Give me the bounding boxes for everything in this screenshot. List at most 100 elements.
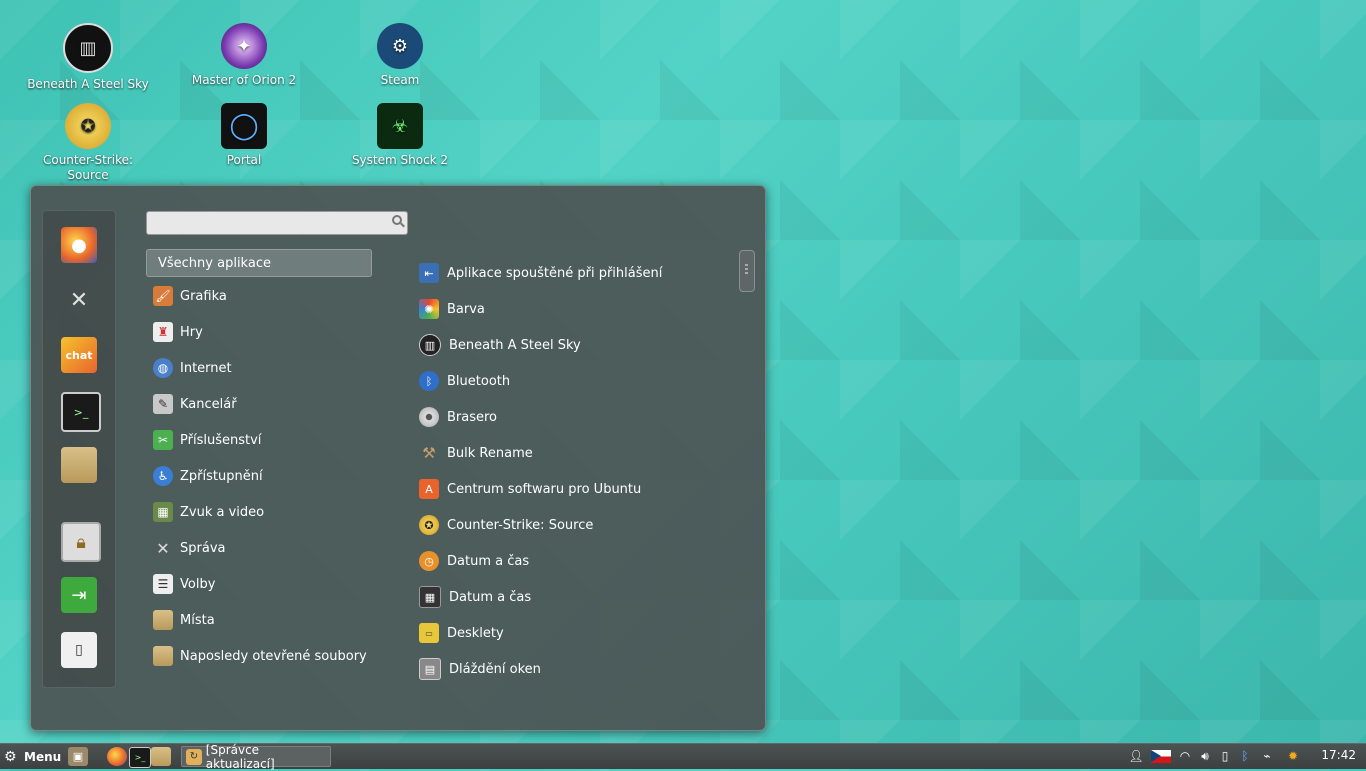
app-label: Dláždění oken <box>449 661 541 677</box>
category-label: Naposledy otevřené soubory <box>180 648 367 664</box>
app-item[interactable]: ᛒ Bluetooth <box>419 367 749 395</box>
category-recent-files[interactable]: Naposledy otevřené soubory <box>146 642 372 670</box>
flag-cz-icon[interactable] <box>1151 750 1171 763</box>
wifi-icon[interactable]: ◠ <box>1177 748 1193 764</box>
taskbar-window-update-manager[interactable]: ↻ [Správce aktualizací] <box>181 743 331 771</box>
search-box[interactable] <box>146 211 408 235</box>
category-label: Zpřístupnění <box>180 468 263 484</box>
category-office[interactable]: ✎ Kancelář <box>146 390 372 418</box>
desktop-icon-system-shock-2[interactable]: ☣ System Shock 2 <box>335 103 465 168</box>
category-games[interactable]: ♜ Hry <box>146 318 372 346</box>
category-accessories[interactable]: ✂ Příslušenství <box>146 426 372 454</box>
category-label: Internet <box>180 360 232 376</box>
category-sound-video[interactable]: ▦ Zvuk a video <box>146 498 372 526</box>
desktop-icon-steam[interactable]: ⚙ Steam <box>335 23 465 88</box>
startup-apps-icon: ⇤ <box>419 263 439 283</box>
category-label: Správa <box>180 540 226 556</box>
admin-tools-icon: ✕ <box>156 538 170 558</box>
tools-icon[interactable]: ✕ <box>61 282 97 318</box>
games-icon: ♜ <box>153 322 173 342</box>
app-label: Bluetooth <box>447 373 511 389</box>
power-switch-icon[interactable]: ▯ <box>61 632 97 668</box>
category-graphics[interactable]: 🖌︎ Grafika <box>146 282 372 310</box>
app-item[interactable]: ▥ Beneath A Steel Sky <box>419 331 749 359</box>
menu-button[interactable]: ⚙ Menu <box>2 746 67 767</box>
chat-icon[interactable]: chat <box>61 337 97 373</box>
category-places[interactable]: Místa <box>146 606 372 634</box>
desktop-icon-portal[interactable]: ◯ Portal <box>179 103 309 168</box>
taskbar-window-label: [Správce aktualizací] <box>205 742 275 771</box>
app-item[interactable]: ◷ Datum a čas <box>419 547 749 575</box>
bluetooth-icon[interactable]: ᛒ <box>1237 748 1253 764</box>
firefox-icon[interactable]: ● <box>61 227 97 263</box>
firefox-icon[interactable] <box>107 747 127 766</box>
network-icon[interactable]: ⌁ <box>1259 748 1275 764</box>
desktop-icon-label: Portal <box>226 153 262 167</box>
search-input[interactable] <box>151 213 380 235</box>
app-label: Barva <box>447 301 485 317</box>
software-center-icon: A <box>419 479 439 499</box>
app-item[interactable]: ✪ Counter-Strike: Source <box>419 511 749 539</box>
app-item[interactable]: Brasero <box>419 403 749 431</box>
desktop-icon-master-of-orion-2[interactable]: ✦ Master of Orion 2 <box>179 23 309 88</box>
steam-icon: ⚙ <box>377 23 423 69</box>
portal-icon: ◯ <box>221 103 267 149</box>
terminal-icon[interactable]: >_ <box>129 747 151 768</box>
exit-icon[interactable]: ⇥ <box>61 577 97 613</box>
film-icon: ▦ <box>153 502 173 522</box>
desktop-icon-beneath-a-steel-sky[interactable]: ▥ Beneath A Steel Sky <box>23 23 153 92</box>
skyline-icon: ▥ <box>63 23 113 73</box>
category-internet[interactable]: ◍ Internet <box>146 354 372 382</box>
category-administration[interactable]: ✕ Správa <box>146 534 372 562</box>
desktop-icon-label: Counter-Strike: Source <box>42 153 134 182</box>
app-label: Datum a čas <box>449 589 532 605</box>
calendar-icon: ▦ <box>419 586 441 608</box>
flag-cz-triangle <box>1151 750 1161 762</box>
category-label: Příslušenství <box>180 432 262 448</box>
app-label: Beneath A Steel Sky <box>449 337 581 353</box>
app-item[interactable]: ▤ Dláždění oken <box>419 655 749 683</box>
soldier-icon: ✪ <box>419 515 439 535</box>
bluetooth-icon: ᛒ <box>419 371 439 391</box>
files-icon[interactable]: ▣ <box>68 747 88 766</box>
app-item[interactable]: A Centrum softwaru pro Ubuntu <box>419 475 749 503</box>
app-item[interactable]: ⚒ Bulk Rename <box>419 439 749 467</box>
application-menu: ● ✕ chat >_ 🔒︎ ⇥ ▯ Všechny aplikace 🖌︎ G… <box>30 185 766 731</box>
recent-folder-icon <box>153 646 173 666</box>
folder-icon[interactable] <box>61 447 97 483</box>
shodan-face-icon: ☣ <box>377 103 423 149</box>
disc-icon <box>419 407 439 427</box>
category-all-apps[interactable]: Všechny aplikace <box>146 249 372 277</box>
lock-screen-icon[interactable]: 🔒︎ <box>61 522 101 562</box>
desklets-icon: ▭ <box>419 623 439 643</box>
desktop-icon-counter-strike-source[interactable]: ✪ Counter-Strike: Source <box>23 103 153 183</box>
battery-icon[interactable]: ▯ <box>1217 748 1233 764</box>
planet-icon: ✦ <box>221 23 267 69</box>
accessories-icon: ✂ <box>153 430 173 450</box>
app-label: Brasero <box>447 409 498 425</box>
volume-icon[interactable]: 🔊︎ <box>1197 748 1213 764</box>
app-label: Centrum softwaru pro Ubuntu <box>447 481 642 497</box>
apps-scrollbar[interactable] <box>739 250 755 292</box>
category-label: Volby <box>180 576 216 592</box>
clock[interactable]: 17:42 <box>1321 748 1356 762</box>
search-icon <box>392 215 402 225</box>
user-icon[interactable]: 👤︎ <box>1128 748 1144 764</box>
app-item[interactable]: ▦ Datum a čas <box>419 583 749 611</box>
globe-icon: ◍ <box>153 358 173 378</box>
folder-icon[interactable] <box>151 747 171 766</box>
terminal-icon[interactable]: >_ <box>61 392 101 432</box>
desktop-icon-label: Beneath A Steel Sky <box>27 77 149 91</box>
bottom-panel: ⚙ Menu ▣ >_ ↻ [Správce aktualizací] 👤︎ ◠… <box>0 743 1366 771</box>
app-label: Bulk Rename <box>447 445 533 461</box>
category-accessibility[interactable]: ♿︎ Zpřístupnění <box>146 462 372 490</box>
app-item[interactable]: ▭ Desklety <box>419 619 749 647</box>
category-preferences[interactable]: ☰ Volby <box>146 570 372 598</box>
desktop-icon-label: Steam <box>380 73 420 87</box>
app-item[interactable]: ✺ Barva <box>419 295 749 323</box>
weather-icon[interactable]: ✹ <box>1285 748 1301 764</box>
category-label: Grafika <box>180 288 227 304</box>
app-label: Datum a čas <box>447 553 530 569</box>
category-label: Hry <box>180 324 203 340</box>
app-item[interactable]: ⇤ Aplikace spouštěné při přihlášení <box>419 259 749 287</box>
